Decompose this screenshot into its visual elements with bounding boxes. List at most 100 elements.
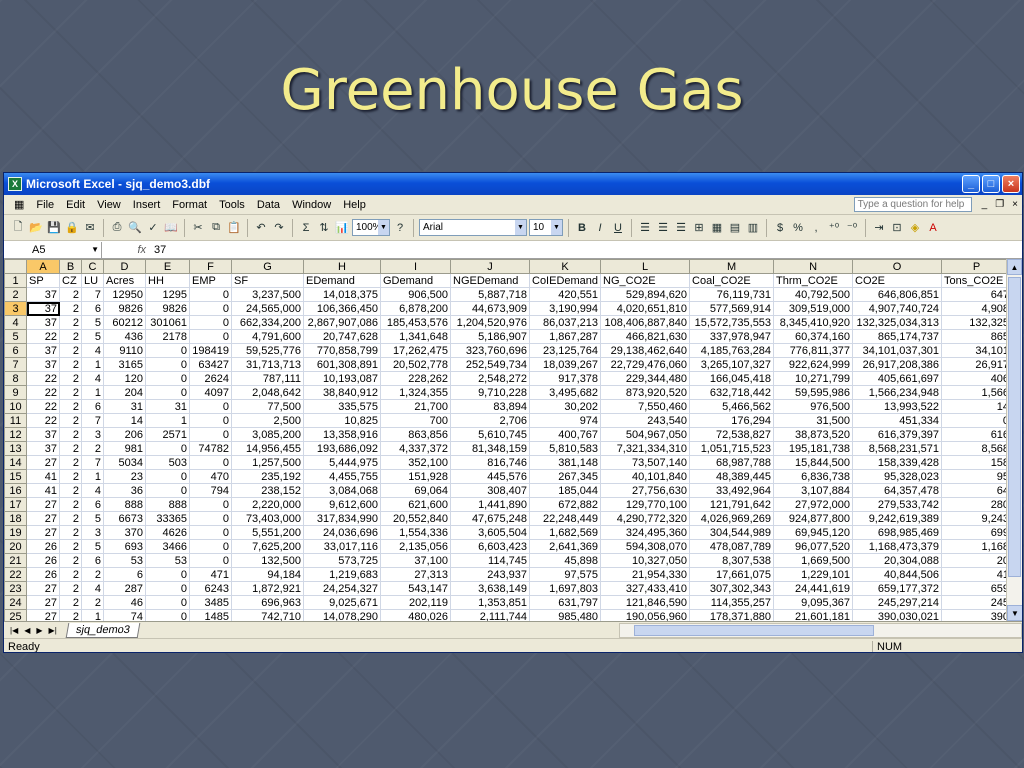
cell[interactable]: 420,551	[528, 287, 602, 302]
row-header[interactable]: 4	[4, 315, 27, 330]
zoom-dropdown-icon[interactable]: ▼	[378, 220, 389, 235]
header-cell[interactable]: EMP	[189, 273, 232, 288]
underline-button[interactable]: U	[610, 219, 626, 237]
indent-icon[interactable]: ⇥	[871, 219, 887, 237]
cell[interactable]: 1,682,569	[528, 525, 602, 540]
cell[interactable]: 13,993,522	[852, 399, 943, 414]
align-center-icon[interactable]: ☰	[655, 219, 671, 237]
column-icon[interactable]: ▥	[745, 219, 761, 237]
cell[interactable]: 86,037,213	[528, 315, 602, 330]
cell[interactable]: 31	[103, 399, 146, 414]
cell[interactable]: 22	[26, 371, 60, 386]
cell[interactable]: 26	[26, 567, 60, 582]
cell[interactable]: 406	[941, 371, 1013, 386]
cell[interactable]: 451,334	[852, 413, 943, 428]
cell[interactable]: 335,575	[303, 399, 381, 414]
cell[interactable]: 309,519,000	[773, 301, 854, 316]
cell[interactable]: 787,111	[231, 371, 304, 386]
cell[interactable]: 185,044	[528, 483, 602, 498]
copy-icon[interactable]: ⧉	[208, 219, 224, 237]
cell[interactable]: 53	[145, 553, 190, 568]
column-header-K[interactable]: K	[528, 259, 602, 274]
cell[interactable]: 95,328,023	[852, 469, 943, 484]
menu-format[interactable]: Format	[166, 199, 213, 211]
header-cell[interactable]: EDemand	[303, 273, 381, 288]
redo-icon[interactable]: ↷	[271, 219, 287, 237]
cell[interactable]: 38,873,520	[773, 427, 854, 442]
cell[interactable]: 33,492,964	[689, 483, 775, 498]
cell[interactable]: 981	[103, 441, 146, 456]
cell[interactable]: 647	[941, 287, 1013, 302]
cell[interactable]: 405,661,697	[852, 371, 943, 386]
cell[interactable]: 8,568,231,571	[852, 441, 943, 456]
cell[interactable]: 529,894,620	[600, 287, 691, 302]
cell[interactable]: 15,844,500	[773, 455, 854, 470]
cell[interactable]: 120	[103, 371, 146, 386]
cell[interactable]: 865	[941, 329, 1013, 344]
cell[interactable]: 252,549,734	[450, 357, 530, 372]
cell[interactable]: 14	[103, 413, 146, 428]
cell[interactable]: 77,500	[231, 399, 304, 414]
cell[interactable]: 20,502,778	[380, 357, 451, 372]
cell[interactable]: 7,550,460	[600, 399, 691, 414]
cell[interactable]: 2	[59, 357, 82, 372]
cell[interactable]: 4,020,651,810	[600, 301, 691, 316]
cell[interactable]: 4,791,600	[231, 329, 304, 344]
cell[interactable]: 27,972,000	[773, 497, 854, 512]
cell[interactable]: 5,810,583	[528, 441, 602, 456]
cell[interactable]: 631,797	[528, 595, 602, 610]
cell[interactable]: 27	[26, 595, 60, 610]
cell[interactable]: 1,872,921	[231, 581, 304, 596]
cell[interactable]: 6,836,738	[773, 469, 854, 484]
cell[interactable]: 601,308,891	[303, 357, 381, 372]
menu-insert[interactable]: Insert	[127, 199, 167, 211]
cell[interactable]: 471	[189, 567, 232, 582]
cell[interactable]: 700	[380, 413, 451, 428]
cell[interactable]: 3,495,682	[528, 385, 602, 400]
cell[interactable]: 243,937	[450, 567, 530, 582]
cell[interactable]: 22,729,476,060	[600, 357, 691, 372]
new-icon[interactable]: 🗋	[10, 219, 26, 237]
row-header[interactable]: 9	[4, 385, 27, 400]
grid-icon[interactable]: ▦	[709, 219, 725, 237]
row-header[interactable]: 25	[4, 609, 27, 621]
spelling-icon[interactable]: ✓	[145, 219, 161, 237]
cell[interactable]: 504,967,050	[600, 427, 691, 442]
header-cell[interactable]: LU	[81, 273, 104, 288]
comma-button[interactable]: ,	[808, 219, 824, 237]
cell[interactable]: 41	[26, 469, 60, 484]
cell[interactable]: 5,887,718	[450, 287, 530, 302]
cell[interactable]: 3,084,068	[303, 483, 381, 498]
cell[interactable]: 114,745	[450, 553, 530, 568]
cell[interactable]: 76,119,731	[689, 287, 775, 302]
fill-color-icon[interactable]: ◈	[907, 219, 923, 237]
cell[interactable]: 68,987,788	[689, 455, 775, 470]
row-header[interactable]: 23	[4, 581, 27, 596]
row-header[interactable]: 19	[4, 525, 27, 540]
cell[interactable]: 1,229,101	[773, 567, 854, 582]
research-icon[interactable]: 📖	[163, 219, 179, 237]
cell[interactable]: 4,290,772,320	[600, 511, 691, 526]
cell[interactable]: 2	[59, 483, 82, 498]
cell[interactable]: 22,248,449	[528, 511, 602, 526]
row-header[interactable]: 12	[4, 427, 27, 442]
cell[interactable]: 2	[59, 567, 82, 582]
cell[interactable]: 158	[941, 455, 1013, 470]
print-icon[interactable]: ⎙	[109, 219, 125, 237]
column-header-C[interactable]: C	[81, 259, 104, 274]
cell[interactable]: 6	[81, 497, 104, 512]
cell[interactable]: 18,039,267	[528, 357, 602, 372]
cell[interactable]: 646,806,851	[852, 287, 943, 302]
menu-data[interactable]: Data	[251, 199, 286, 211]
doc-close-icon[interactable]: ×	[1008, 199, 1022, 210]
cell[interactable]: 83,894	[450, 399, 530, 414]
cell[interactable]: 2	[59, 301, 82, 316]
last-sheet-icon[interactable]: ▶|	[49, 626, 57, 635]
cell[interactable]: 14,078,290	[303, 609, 381, 621]
cell[interactable]: 9,612,600	[303, 497, 381, 512]
cell[interactable]: 26,917	[941, 357, 1013, 372]
cell[interactable]: 324,495,360	[600, 525, 691, 540]
cell[interactable]: 2,111,744	[450, 609, 530, 621]
align-right-icon[interactable]: ☰	[673, 219, 689, 237]
cell[interactable]: 466,821,630	[600, 329, 691, 344]
